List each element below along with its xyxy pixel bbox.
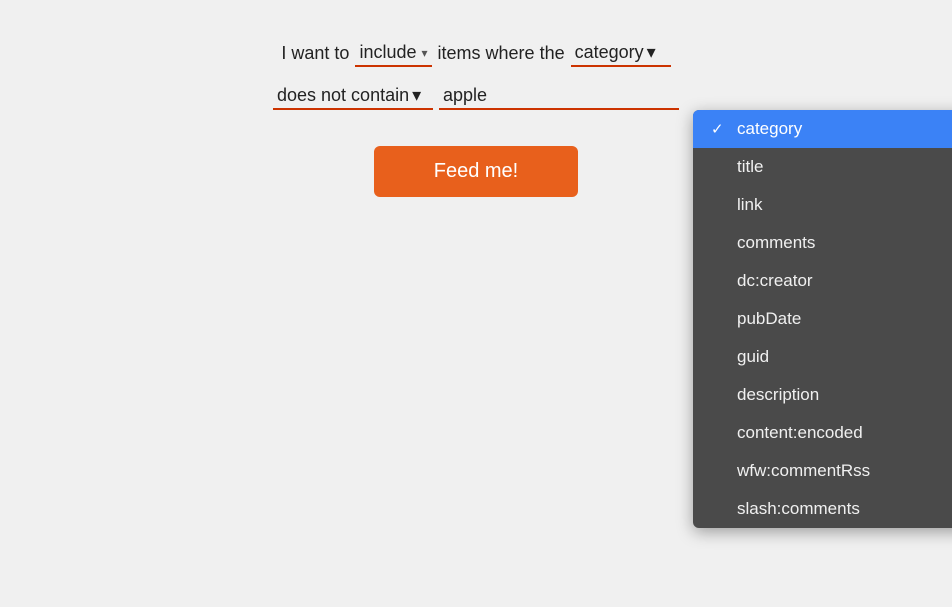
include-dropdown[interactable]: include ▾ [355, 40, 431, 67]
value-input[interactable] [439, 83, 679, 110]
dropdown-item-link[interactable]: link [693, 186, 952, 224]
dropdown-item-label: category [737, 119, 802, 139]
dropdown-item-guid[interactable]: guid [693, 338, 952, 376]
filter-container: I want to include ▾ items where the cate… [273, 40, 679, 197]
dropdown-item-description[interactable]: description [693, 376, 952, 414]
dropdown-item-label: comments [737, 233, 815, 253]
filter-row-1: I want to include ▾ items where the cate… [281, 40, 670, 67]
field-dropdown-menu: ✓ category title link comments dc:creator pubD… [693, 110, 952, 528]
dropdown-item-slash-comments[interactable]: slash:comments [693, 490, 952, 528]
check-icon: ✓ [711, 120, 729, 138]
dropdown-item-label: wfw:commentRss [737, 461, 870, 481]
feed-button[interactable]: Feed me! [374, 146, 578, 197]
field-caret: ▾ [647, 42, 656, 63]
dropdown-item-label: guid [737, 347, 769, 367]
dropdown-item-label: content:encoded [737, 423, 863, 443]
dropdown-item-label: pubDate [737, 309, 801, 329]
dropdown-item-label: slash:comments [737, 499, 860, 519]
intro-label: I want to [281, 43, 349, 64]
field-selected-label: category [575, 42, 644, 63]
condition-dropdown[interactable]: does not contain ▾ [273, 83, 433, 110]
dropdown-item-category[interactable]: ✓ category [693, 110, 952, 148]
dropdown-item-label: description [737, 385, 819, 405]
include-caret: ▾ [422, 46, 428, 60]
dropdown-item-wfw-commentRss[interactable]: wfw:commentRss [693, 452, 952, 490]
condition-selected-label: does not contain [277, 85, 409, 106]
dropdown-item-comments[interactable]: comments [693, 224, 952, 262]
dropdown-item-dc-creator[interactable]: dc:creator [693, 262, 952, 300]
field-dropdown[interactable]: category ▾ [571, 40, 671, 67]
items-where-label: items where the [438, 43, 565, 64]
filter-row-2: does not contain ▾ [273, 83, 679, 110]
dropdown-item-label: link [737, 195, 763, 215]
condition-caret: ▾ [412, 85, 421, 106]
dropdown-item-pubDate[interactable]: pubDate [693, 300, 952, 338]
dropdown-item-label: title [737, 157, 763, 177]
dropdown-item-label: dc:creator [737, 271, 813, 291]
dropdown-item-content-encoded[interactable]: content:encoded [693, 414, 952, 452]
include-label: include [359, 42, 416, 63]
dropdown-item-title[interactable]: title [693, 148, 952, 186]
